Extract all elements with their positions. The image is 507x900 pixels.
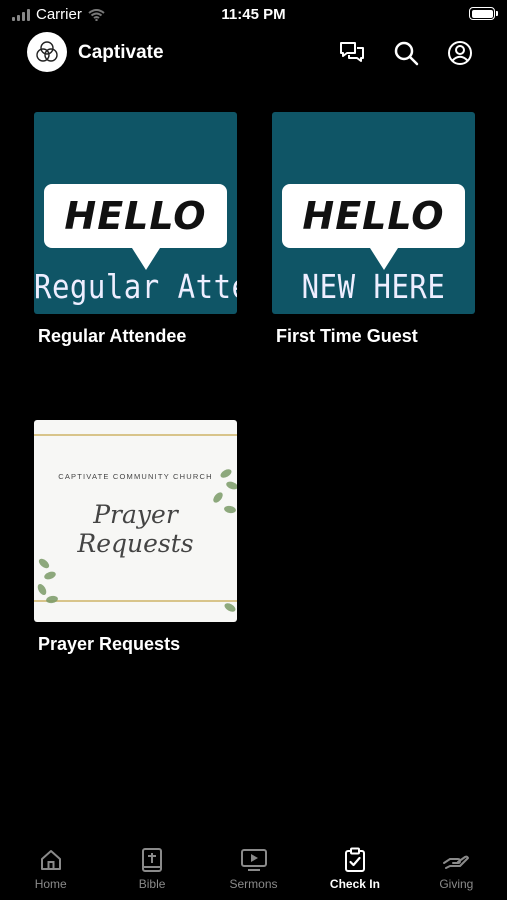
tab-label: Bible: [138, 877, 166, 891]
first-time-guest-image: HELLO NEW HERE: [272, 112, 475, 314]
card-label: Prayer Requests: [38, 634, 181, 654]
hello-subtext: NEW HERE: [301, 267, 446, 307]
tab-sermons[interactable]: Sermons: [203, 838, 304, 900]
card-label: Regular Attendee: [38, 326, 187, 346]
profile-icon[interactable]: [446, 39, 474, 67]
check-in-icon: [341, 846, 369, 874]
tab-check-in[interactable]: Check In: [304, 838, 405, 900]
app-title: Captivate: [78, 42, 164, 63]
prayer-requests-image: CAPTIVATE COMMUNITY CHURCH Prayer Reques…: [34, 420, 237, 622]
tab-label: Sermons: [229, 877, 278, 891]
home-icon: [37, 846, 65, 874]
battery-icon: [469, 7, 498, 20]
church-name: CAPTIVATE COMMUNITY CHURCH: [58, 472, 213, 481]
tab-giving[interactable]: Giving: [406, 838, 507, 900]
hello-heading: HELLO: [302, 194, 445, 238]
hello-heading: HELLO: [64, 194, 207, 238]
card-prayer-requests[interactable]: CAPTIVATE COMMUNITY CHURCH Prayer Reques…: [34, 420, 237, 655]
hello-subtext: Regular Attendee: [34, 267, 237, 307]
tab-home[interactable]: Home: [0, 838, 101, 900]
regular-attendee-image: HELLO Regular Attendee: [34, 112, 237, 314]
hello-speech-bubble: HELLO: [282, 184, 465, 270]
app-logo[interactable]: [27, 32, 67, 72]
captivate-logo-icon: [36, 41, 58, 62]
gold-divider: [34, 600, 237, 602]
app-header: Captivate: [0, 32, 507, 74]
card-first-time-guest[interactable]: HELLO NEW HERE First Time Guest: [272, 112, 475, 347]
bible-icon: [138, 846, 166, 874]
card-regular-attendee[interactable]: HELLO Regular Attendee Regular Attendee: [34, 112, 237, 347]
card-label: First Time Guest: [276, 326, 418, 346]
tab-bar: Home Bible Sermons Check In Giving: [0, 838, 507, 900]
search-icon[interactable]: [392, 39, 420, 67]
hello-speech-bubble: HELLO: [44, 184, 227, 270]
gold-divider: [34, 434, 237, 436]
status-bar: Carrier 11:45 PM: [0, 0, 507, 28]
tab-label: Home: [34, 877, 67, 891]
giving-icon: [442, 846, 470, 874]
tab-label: Check In: [329, 877, 380, 891]
prayer-title: Prayer Requests: [77, 500, 194, 558]
tab-bible[interactable]: Bible: [101, 838, 202, 900]
chat-icon[interactable]: [338, 39, 366, 67]
tab-label: Giving: [439, 877, 474, 891]
status-time: 11:45 PM: [221, 6, 286, 23]
sermons-icon: [240, 846, 268, 874]
